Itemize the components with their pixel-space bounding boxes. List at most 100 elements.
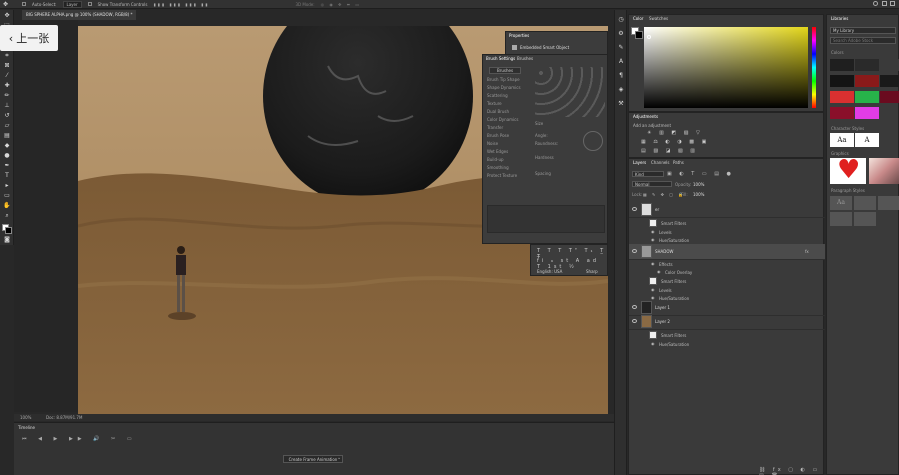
brush-option-9[interactable]: Wet Edges (487, 149, 508, 154)
dodge-tool-icon[interactable]: ● (3, 152, 11, 159)
visibility-eye-icon[interactable] (632, 249, 637, 253)
eye-icon[interactable]: ◉ (657, 269, 661, 274)
zoom-tool-icon[interactable]: ⌕ (3, 212, 11, 219)
timeline-controls-icons[interactable]: ⏮ ◀ ▶ ▶▶ 🔊 ✂ ▭ (22, 436, 137, 442)
visibility-eye-icon[interactable] (632, 305, 637, 309)
hand-tool-icon[interactable]: ✋ (3, 202, 11, 209)
path-select-tool-icon[interactable]: ▸ (3, 182, 11, 189)
tab-paths[interactable]: Paths (673, 160, 684, 165)
library-color-swatch[interactable] (880, 91, 899, 103)
brush-option-12[interactable]: Protect Texture (487, 173, 517, 178)
brush-option-6[interactable]: Transfer (487, 125, 503, 130)
graphic-photo[interactable] (869, 158, 899, 184)
zoom-level[interactable]: 100% (20, 415, 31, 420)
frame-tool-icon[interactable]: ⊠ (3, 62, 11, 69)
tab-swatches[interactable]: Swatches (649, 16, 668, 21)
eraser-tool-icon[interactable]: ▱ (3, 122, 11, 129)
move-tool-icon[interactable]: ✥ (3, 12, 11, 19)
color-picker-field[interactable] (644, 27, 808, 108)
adjustment-icons-row-2[interactable]: ▦ ⚖ ◐ ◑ ▩ ▣ (641, 139, 709, 145)
layer-row-layer-2[interactable]: Layer 2 (629, 314, 825, 330)
tool-presets-icon[interactable]: ⚒ (617, 100, 625, 107)
transform-controls-checkbox[interactable] (87, 2, 92, 6)
brushes-button[interactable]: Brushes (489, 67, 521, 74)
align-icons[interactable]: ▮▮▮ ▮▮▮ ▮▮▮ ▮▮ (153, 2, 209, 7)
create-frame-animation-button[interactable]: Create Frame Animation (283, 455, 343, 463)
antialias-select[interactable]: Sharp (586, 269, 598, 274)
gradient-tool-icon[interactable]: ▤ (3, 132, 11, 139)
eye-icon[interactable]: ◉ (651, 229, 655, 234)
stamp-tool-icon[interactable]: ⊥ (3, 102, 11, 109)
properties-icon[interactable]: ⚙ (617, 30, 625, 37)
visibility-eye-icon[interactable] (632, 207, 637, 211)
library-select[interactable]: My Library (830, 27, 896, 34)
library-search[interactable]: Search Adobe Stock (830, 37, 896, 44)
brush-option-4[interactable]: Dual Brush (487, 109, 509, 114)
search-icon[interactable] (873, 1, 878, 6)
eye-icon[interactable]: ◉ (651, 237, 655, 242)
character-style-2[interactable]: A (855, 133, 879, 147)
brush-angle-dial[interactable] (583, 131, 603, 151)
library-color-swatch[interactable] (830, 75, 854, 87)
pen-tool-icon[interactable]: ✒ (3, 162, 11, 169)
workspace-icon[interactable] (882, 1, 887, 6)
color-background-swatch[interactable] (635, 31, 643, 39)
library-color-swatch[interactable] (830, 107, 854, 119)
share-icon[interactable] (890, 1, 895, 6)
background-color-swatch[interactable] (5, 227, 12, 234)
document-tab[interactable]: BIG SPHERE ALPHA.png @ 100% (SHADOW, RGB… (22, 10, 137, 20)
move-tool-icon[interactable]: ✥ (3, 1, 8, 8)
library-color-swatch[interactable] (855, 59, 879, 71)
brush-option-2[interactable]: Scattering (487, 93, 508, 98)
opacity-input[interactable]: 100% (693, 182, 704, 187)
brush-option-1[interactable]: Shape Dynamics (487, 85, 521, 90)
library-color-swatch[interactable] (880, 59, 899, 71)
paragraph-style-1[interactable]: Aa (830, 196, 852, 210)
library-color-swatch[interactable] (855, 75, 879, 87)
lock-icons[interactable]: ▦ ✎ ✥ ▢ 🔒 (643, 192, 685, 197)
layer-row-er[interactable]: er (629, 202, 825, 218)
eye-icon[interactable]: ◉ (651, 261, 655, 266)
paragraph-style-2[interactable] (854, 196, 876, 210)
adjustment-icons-row-1[interactable]: ☀ ▥ ◩ ▧ ▽ (647, 130, 703, 136)
tab-color[interactable]: Color (633, 16, 643, 21)
library-color-swatch[interactable] (855, 107, 879, 119)
blend-mode-select[interactable]: Normal (632, 181, 672, 187)
hue-slider[interactable] (812, 27, 816, 108)
tab-brush-settings[interactable]: Brush Settings (486, 56, 515, 61)
eye-icon[interactable]: ◉ (651, 287, 655, 292)
library-color-swatch[interactable] (830, 59, 854, 71)
brush-settings-icon[interactable]: ✎ (617, 44, 625, 51)
healing-tool-icon[interactable]: ✚ (3, 82, 11, 89)
layer-row-shadow[interactable]: SHADOW fx (629, 244, 825, 260)
blur-tool-icon[interactable]: ◆ (3, 142, 11, 149)
layer-filter-select[interactable]: Kind (632, 171, 664, 177)
auto-select-dropdown[interactable]: Layer (62, 0, 82, 8)
chevron-down-icon[interactable]: ⌄ (337, 455, 341, 461)
brush-option-10[interactable]: Build-up (487, 157, 504, 162)
fx-badge-icon[interactable]: fx (805, 249, 809, 254)
tab-channels[interactable]: Channels (651, 160, 670, 165)
brush-option-5[interactable]: Color Dynamics (487, 117, 518, 122)
brush-option-8[interactable]: Noise (487, 141, 498, 146)
fill-input[interactable]: 100% (693, 192, 704, 197)
tab-layers[interactable]: Layers (633, 160, 646, 165)
brush-tool-icon[interactable]: ✏ (3, 92, 11, 99)
type-tool-icon[interactable]: T (3, 172, 11, 179)
history-brush-tool-icon[interactable]: ↺ (3, 112, 11, 119)
brush-option-0[interactable]: Brush Tip Shape (487, 77, 520, 82)
character-icon[interactable]: A (617, 58, 625, 65)
adjustment-icons-row-3[interactable]: ▤ ▨ ◪ ▧ ▥ (641, 148, 698, 154)
library-color-swatch[interactable] (880, 75, 899, 87)
crop-tool-icon[interactable]: ⌗ (3, 52, 11, 59)
tab-brushes[interactable]: Brushes (517, 56, 533, 61)
brush-option-11[interactable]: Smoothing (487, 165, 509, 170)
eyedropper-tool-icon[interactable]: ⁄ (3, 72, 11, 79)
history-icon[interactable]: ◷ (617, 16, 625, 23)
eye-icon[interactable]: ◉ (651, 341, 655, 346)
language-select[interactable]: English: USA (537, 269, 562, 274)
library-color-swatch[interactable] (830, 91, 854, 103)
paragraph-style-4[interactable] (830, 212, 852, 226)
character-style-1[interactable]: Aa (830, 133, 854, 147)
library-color-swatch[interactable] (855, 91, 879, 103)
